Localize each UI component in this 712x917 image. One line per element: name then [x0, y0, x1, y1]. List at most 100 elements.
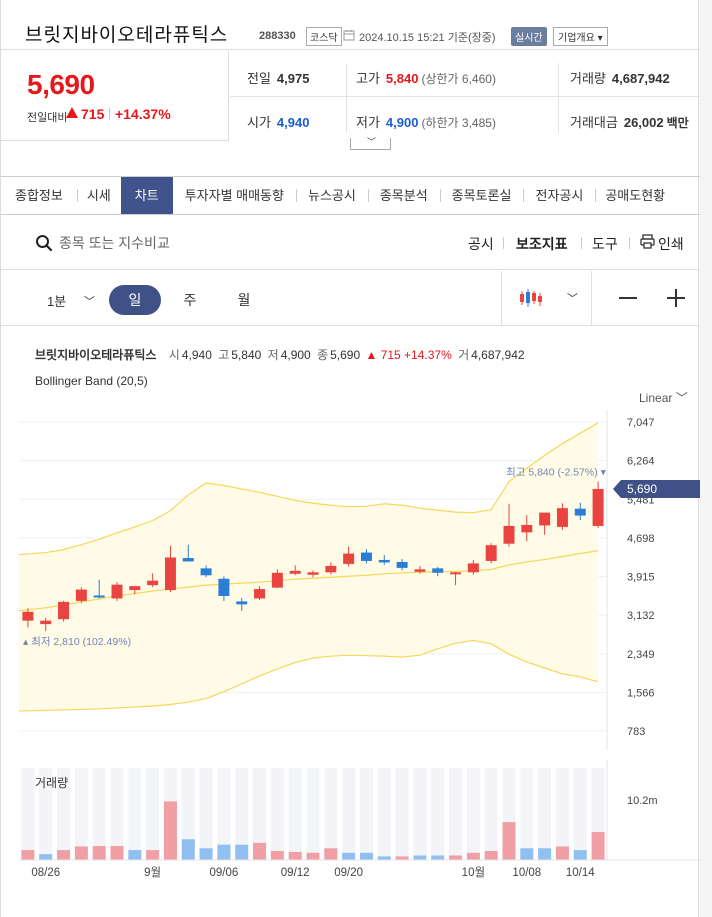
- company-overview-dropdown[interactable]: 기업개요 ▾: [553, 27, 608, 46]
- chevron-down-icon[interactable]: ﹀: [84, 293, 95, 309]
- stat-label: 저가: [356, 115, 380, 130]
- volume-bar-bg: [431, 768, 445, 860]
- volume-bar: [359, 852, 373, 860]
- candle-body: [218, 578, 230, 596]
- candle-body: [164, 557, 176, 591]
- candle-body: [378, 559, 390, 563]
- candle-body: [200, 568, 212, 576]
- divider: [346, 63, 347, 133]
- candle-body: [40, 620, 52, 625]
- divider: [558, 63, 559, 133]
- divider: [501, 271, 502, 326]
- zoom-out-icon[interactable]: [619, 297, 637, 299]
- tab-1[interactable]: 시세: [76, 177, 121, 214]
- tab-5[interactable]: 종목분석: [367, 177, 440, 214]
- volume-bar-bg: [128, 768, 142, 860]
- volume-bar: [555, 846, 569, 860]
- period-day-button[interactable]: 일: [109, 285, 161, 315]
- volume-bar: [466, 852, 480, 860]
- stat-prev-close: 전일 4,975: [247, 68, 309, 87]
- candle-body: [360, 552, 372, 561]
- stat-label: 전일: [247, 71, 271, 86]
- volume-bar-bg: [306, 768, 320, 860]
- candle-body: [432, 568, 444, 573]
- candle-body: [271, 572, 283, 588]
- volume-bar-bg: [395, 768, 409, 860]
- bollinger-band-label[interactable]: Bollinger Band (20,5): [35, 374, 148, 388]
- up-triangle-icon: [66, 107, 78, 118]
- stat-label: 고가: [356, 71, 380, 86]
- volume-bar-bg: [377, 768, 391, 860]
- chevron-down-icon[interactable]: ﹀: [567, 290, 578, 306]
- candlestick-type-icon[interactable]: [519, 287, 545, 309]
- stat-high: 고가 5,840 (상한가 6,460): [356, 68, 496, 87]
- period-week-button[interactable]: 주: [164, 285, 216, 315]
- search-icon[interactable]: [35, 234, 53, 252]
- minute-select[interactable]: 1분: [47, 291, 66, 310]
- divider: [109, 108, 110, 120]
- candle-body: [467, 563, 479, 573]
- timestamp-suffix: 기준(장중): [447, 32, 496, 44]
- disclosure-button[interactable]: 공시: [468, 234, 494, 254]
- candle-body: [129, 586, 141, 591]
- stat-volume: 거래량 4,687,942: [570, 68, 670, 87]
- volume-bar: [110, 846, 124, 860]
- ohlc-value: 4,900: [280, 348, 311, 362]
- y-tick-label: 6,264: [627, 456, 655, 468]
- print-button[interactable]: 인쇄: [658, 234, 684, 254]
- candle-body: [343, 553, 355, 564]
- expand-stats-button[interactable]: ﹀: [350, 137, 391, 150]
- volume-bar: [591, 832, 605, 860]
- tab-0[interactable]: 종합정보: [1, 177, 77, 214]
- divider: [591, 271, 592, 326]
- y-tick-label: 2,349: [627, 649, 655, 661]
- period-month-button[interactable]: 월: [218, 285, 270, 315]
- ohlc-label: 시: [168, 348, 180, 362]
- tab-4[interactable]: 뉴스공시: [295, 177, 368, 214]
- tools-button[interactable]: 도구: [592, 234, 618, 254]
- tab-7[interactable]: 전자공시: [523, 177, 595, 214]
- tab-2[interactable]: 차트: [120, 177, 173, 214]
- stat-amount: 거래대금 26,002 백만: [570, 112, 689, 131]
- stock-compare-search-input[interactable]: [59, 230, 359, 256]
- timestamp-value: 2024.10.15 15:21: [359, 32, 445, 44]
- ohlc-label: 고: [218, 348, 230, 362]
- volume-bar: [413, 855, 427, 860]
- zoom-in-icon[interactable]: [675, 289, 677, 307]
- volume-bar: [199, 848, 213, 860]
- stat-label: 거래대금: [570, 115, 618, 130]
- ohlc-change: ▲ 715 +14.37%: [365, 348, 452, 362]
- divider: [629, 237, 630, 249]
- candle-body: [521, 524, 533, 533]
- stat-open: 시가 4,940: [247, 112, 309, 131]
- print-icon[interactable]: [640, 234, 655, 249]
- current-price-tag-label: 5,690: [627, 482, 657, 496]
- volume-bar-bg: [413, 768, 427, 860]
- x-tick-label: 08/26: [31, 867, 60, 879]
- volume-bar-bg: [74, 768, 88, 860]
- candle-body: [75, 589, 87, 601]
- volume-bar-bg: [520, 768, 534, 860]
- volume-bar-bg: [466, 768, 480, 860]
- price-chart[interactable]: 7,0476,2645,4814,6983,9153,1322,3491,566…: [1, 400, 700, 760]
- candle-body: [22, 611, 34, 621]
- volume-bar: [484, 850, 498, 860]
- realtime-button[interactable]: 실시간: [511, 27, 547, 46]
- stat-value: 4,900: [385, 115, 419, 130]
- candle-body: [147, 580, 159, 586]
- tab-6[interactable]: 종목토론실: [439, 177, 524, 214]
- candle-body: [236, 601, 248, 605]
- candle-body: [450, 572, 462, 575]
- volume-bar-bg: [449, 768, 463, 860]
- tab-8[interactable]: 공매도현황: [595, 177, 675, 214]
- candle-body: [503, 525, 515, 544]
- indicator-button[interactable]: 보조지표: [516, 234, 568, 254]
- candle-body: [396, 561, 408, 568]
- volume-bar-bg: [288, 768, 302, 860]
- volume-label: 거래량: [35, 776, 68, 790]
- chart-ohlc-info: 브릿지바이오테라퓨틱스 시 4,940 고 5,840 저 4,900 종 5,690 …: [35, 346, 525, 363]
- tab-3[interactable]: 투자자별 매매동향: [173, 177, 296, 214]
- volume-chart[interactable]: 거래량 10.2m 08/26 9월 09/06 09/12 09/20 10월 10/08 10…: [1, 760, 700, 917]
- volume-bar: [92, 846, 106, 860]
- candle-body: [182, 558, 194, 562]
